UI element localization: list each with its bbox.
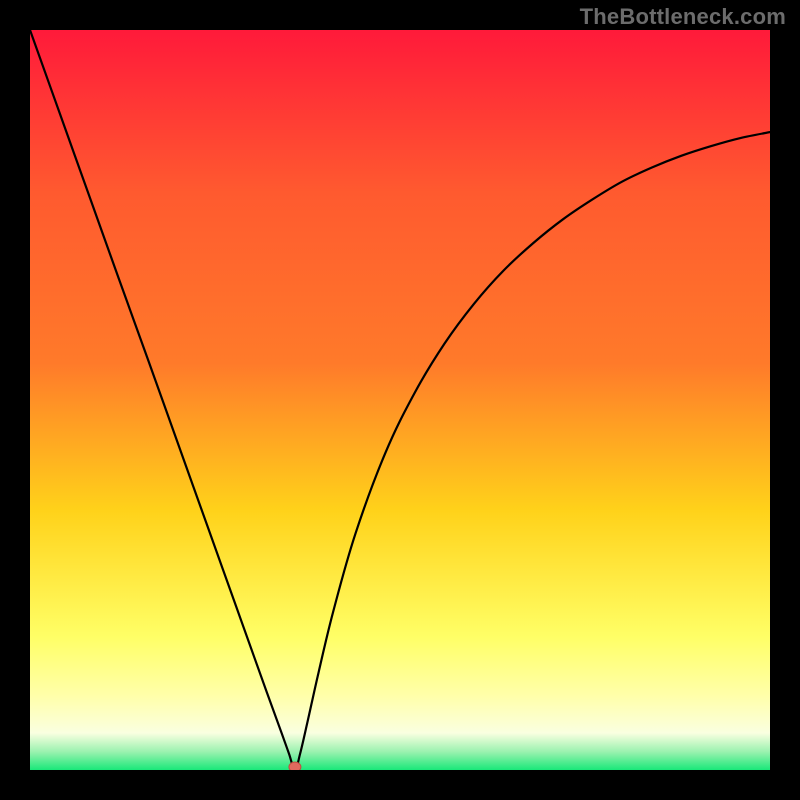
chart-plot [30, 30, 770, 770]
watermark-text: TheBottleneck.com [0, 4, 800, 30]
gradient-background [30, 30, 770, 770]
minimum-marker [289, 762, 301, 770]
chart-frame: TheBottleneck.com [0, 0, 800, 800]
